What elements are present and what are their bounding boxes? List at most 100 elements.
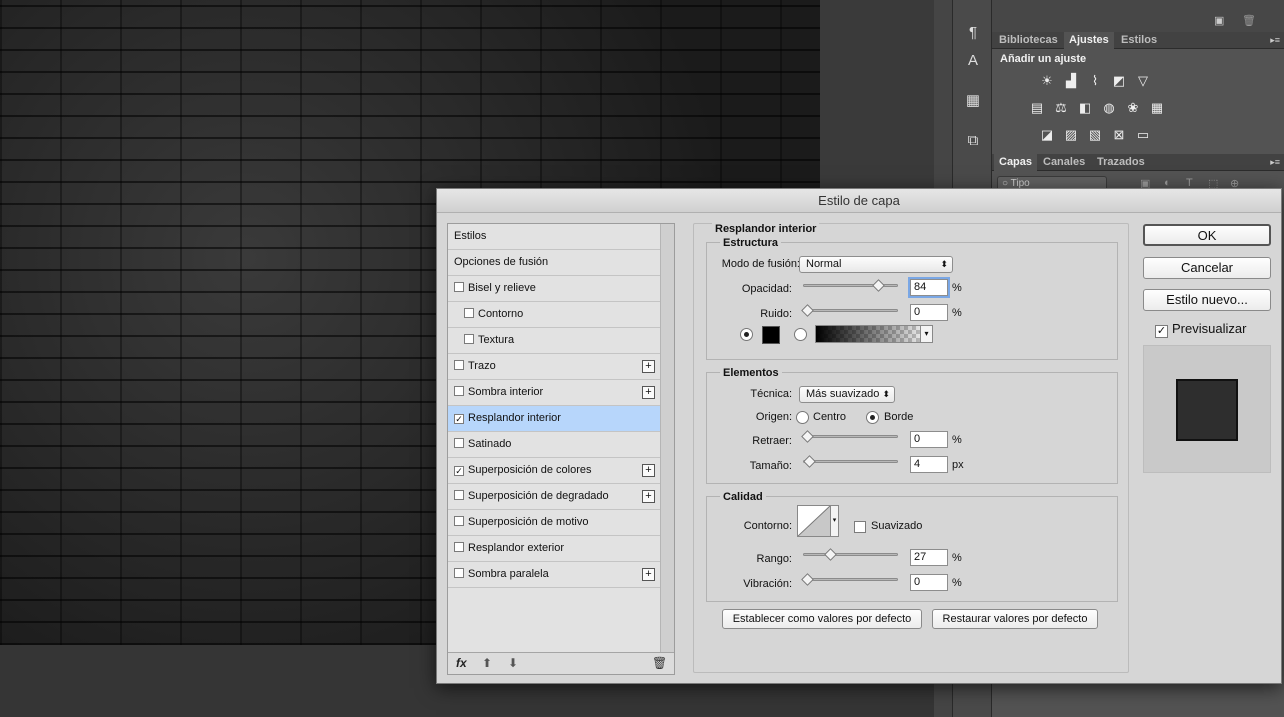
vibrance-icon[interactable]: ▽ [1134, 72, 1152, 89]
style-row[interactable]: Estilos [448, 224, 660, 250]
style-row[interactable]: Resplandor exterior [448, 536, 660, 562]
move-down-icon[interactable]: ⬇ [508, 656, 518, 670]
style-label: Estilos [454, 230, 487, 242]
size-input[interactable]: 4 [910, 456, 948, 473]
tab-estilos[interactable]: Estilos [1116, 32, 1162, 49]
color-lookup-icon[interactable]: ▦ [1148, 99, 1166, 116]
curves-icon[interactable]: ⌇ [1086, 72, 1104, 89]
make-default-button[interactable]: Establecer como valores por defecto [722, 609, 922, 629]
tab-canales[interactable]: Canales [1038, 154, 1090, 171]
color-balance-icon[interactable]: ⚖ [1052, 99, 1070, 116]
levels-icon[interactable]: ▟ [1062, 72, 1080, 89]
style-checkbox[interactable] [454, 542, 464, 552]
style-checkbox[interactable] [454, 568, 464, 578]
move-up-icon[interactable]: ⬆ [482, 656, 492, 670]
range-slider[interactable] [803, 548, 898, 561]
opacity-slider[interactable] [803, 279, 898, 292]
style-row[interactable]: Opciones de fusión [448, 250, 660, 276]
style-row[interactable]: Superposición de degradado + [448, 484, 660, 510]
preview-toggle[interactable]: ✓ Previsualizar [1155, 321, 1246, 338]
add-effect-icon[interactable]: + [642, 490, 655, 503]
range-input[interactable]: 27 [910, 549, 948, 566]
glow-color-swatch[interactable] [762, 326, 780, 344]
tab-capas[interactable]: Capas [994, 154, 1038, 171]
delete-effect-icon[interactable]: 🗑 [652, 656, 667, 670]
add-effect-icon[interactable]: + [642, 386, 655, 399]
black-white-icon[interactable]: ◧ [1076, 99, 1094, 116]
choke-input[interactable]: 0 [910, 431, 948, 448]
opacity-input[interactable]: 84 [908, 277, 950, 298]
ok-button[interactable]: OK [1143, 224, 1271, 246]
trash-icon[interactable]: 🗑 [1242, 14, 1256, 27]
style-checkbox[interactable]: ✓ [454, 466, 464, 476]
gradient-map-icon[interactable]: ▭ [1134, 126, 1152, 143]
style-checkbox[interactable] [454, 490, 464, 500]
style-checkbox[interactable] [454, 438, 464, 448]
add-effect-icon[interactable]: + [642, 568, 655, 581]
style-checkbox[interactable] [454, 516, 464, 526]
invert-icon[interactable]: ◪ [1038, 126, 1056, 143]
style-row[interactable]: Textura [448, 328, 660, 354]
style-checkbox[interactable] [454, 360, 464, 370]
jitter-slider[interactable] [801, 573, 898, 586]
hue-saturation-icon[interactable]: ▤ [1028, 99, 1046, 116]
exposure-icon[interactable]: ◩ [1110, 72, 1128, 89]
gradient-dropdown-icon[interactable]: ▾ [920, 325, 933, 343]
posterize-icon[interactable]: ▨ [1062, 126, 1080, 143]
adjust-icons-row-3: ◪ ▨ ▧ ⊠ ▭ [1038, 126, 1152, 143]
style-row[interactable]: Sombra interior + [448, 380, 660, 406]
jitter-input[interactable]: 0 [910, 574, 948, 591]
layer-comps-icon[interactable]: ⧉ [961, 130, 985, 152]
style-row[interactable]: Contorno [448, 302, 660, 328]
antialias-checkbox[interactable] [854, 521, 866, 533]
noise-slider[interactable] [801, 304, 898, 317]
new-item-icon[interactable]: ▣ [1214, 14, 1224, 27]
brightness-icon[interactable]: ☀ [1038, 72, 1056, 89]
size-slider[interactable] [802, 455, 898, 468]
add-effect-icon[interactable]: + [642, 360, 655, 373]
style-checkbox[interactable] [454, 386, 464, 396]
style-row[interactable]: Sombra paralela + [448, 562, 660, 588]
noise-input[interactable]: 0 [910, 304, 948, 321]
add-effect-icon[interactable]: + [642, 464, 655, 477]
selective-color-icon[interactable]: ⊠ [1110, 126, 1128, 143]
origin-center-radio[interactable] [796, 411, 809, 424]
preview-checkbox[interactable]: ✓ [1155, 325, 1168, 338]
cancel-button[interactable]: Cancelar [1143, 257, 1271, 279]
style-row[interactable]: Superposición de motivo [448, 510, 660, 536]
origin-edge-radio[interactable] [866, 411, 879, 424]
character-styles-icon[interactable]: A [961, 50, 985, 72]
tab-trazados[interactable]: Trazados [1092, 154, 1150, 171]
style-checkbox[interactable] [454, 282, 464, 292]
style-checkbox[interactable] [464, 334, 474, 344]
contour-dropdown-icon[interactable]: ▾ [830, 505, 839, 537]
channel-mixer-icon[interactable]: ❀ [1124, 99, 1142, 116]
gradient-picker[interactable] [815, 325, 933, 343]
gradient-radio[interactable] [794, 328, 807, 341]
fx-icon[interactable]: fx [456, 656, 467, 670]
style-row[interactable]: Satinado [448, 432, 660, 458]
photo-filter-icon[interactable]: ◍ [1100, 99, 1118, 116]
preview-area [1143, 345, 1271, 473]
choke-slider[interactable] [801, 430, 898, 443]
tab-bibliotecas[interactable]: Bibliotecas [994, 32, 1063, 49]
color-radio[interactable] [740, 328, 753, 341]
grid-icon[interactable]: ▦ [961, 90, 985, 112]
styles-scrollbar[interactable] [660, 224, 674, 654]
panel-menu-icon[interactable]: ▸≡ [1270, 35, 1280, 46]
layers-menu-icon[interactable]: ▸≡ [1270, 157, 1280, 168]
style-row[interactable]: ✓ Superposición de colores + [448, 458, 660, 484]
blend-mode-select[interactable]: Normal ⬍ [799, 256, 953, 273]
style-checkbox[interactable] [464, 308, 474, 318]
technique-select[interactable]: Más suavizado ⬍ [799, 386, 895, 403]
reset-default-button[interactable]: Restaurar valores por defecto [932, 609, 1098, 629]
style-row[interactable]: Trazo + [448, 354, 660, 380]
tab-ajustes[interactable]: Ajustes [1064, 32, 1114, 49]
paragraph-styles-icon[interactable]: ¶ [961, 22, 985, 44]
threshold-icon[interactable]: ▧ [1086, 126, 1104, 143]
new-style-button[interactable]: Estilo nuevo... [1143, 289, 1271, 311]
style-checkbox[interactable]: ✓ [454, 414, 464, 424]
style-row[interactable]: Bisel y relieve [448, 276, 660, 302]
contour-picker[interactable] [797, 505, 831, 537]
style-row[interactable]: ✓ Resplandor interior [448, 406, 660, 432]
